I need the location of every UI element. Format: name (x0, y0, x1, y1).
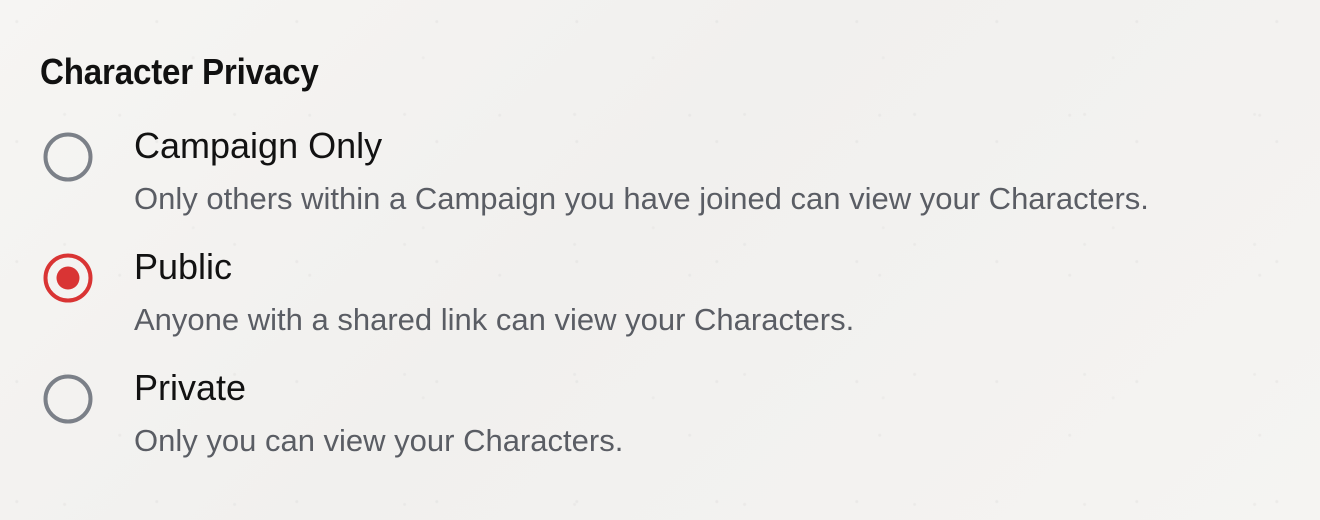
public-label[interactable]: Public (134, 248, 854, 286)
private-radio-button[interactable] (43, 374, 93, 424)
radio-checked-icon (43, 253, 93, 303)
private-option[interactable]: Private Only you can view your Character… (40, 369, 1300, 459)
private-text-group: Private Only you can view your Character… (134, 369, 623, 459)
radio-unchecked-icon (43, 132, 93, 182)
character-privacy-section: Character Privacy Campaign Only Only oth… (40, 44, 1300, 459)
public-text-group: Public Anyone with a shared link can vie… (134, 248, 854, 338)
character-privacy-title: Character Privacy (40, 51, 319, 92)
campaign-only-option[interactable]: Campaign Only Only others within a Campa… (40, 127, 1300, 217)
public-radio-button[interactable] (43, 253, 93, 303)
campaign-only-text-group: Campaign Only Only others within a Campa… (134, 127, 1149, 217)
campaign-only-description: Only others within a Campaign you have j… (134, 181, 1149, 216)
private-description: Only you can view your Characters. (134, 423, 624, 458)
public-description: Anyone with a shared link can view your … (134, 302, 855, 337)
radio-unchecked-icon (43, 374, 93, 424)
public-option[interactable]: Public Anyone with a shared link can vie… (40, 248, 1300, 338)
campaign-only-radio-button[interactable] (43, 132, 93, 182)
campaign-only-label[interactable]: Campaign Only (134, 127, 1149, 165)
privacy-options-radio-group: Campaign Only Only others within a Campa… (40, 127, 1300, 459)
private-label[interactable]: Private (134, 369, 623, 407)
